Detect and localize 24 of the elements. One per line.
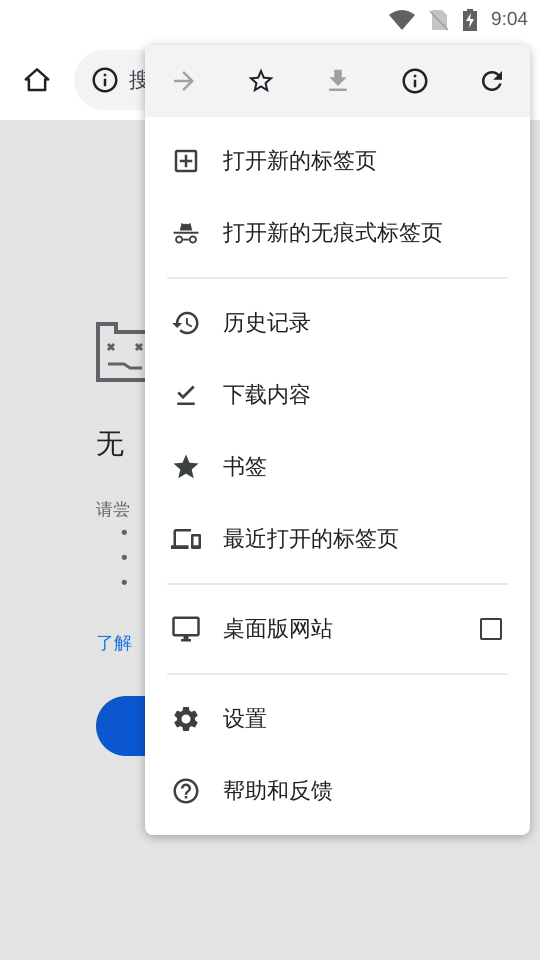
menu-item[interactable]: 帮助和反馈 [145,755,530,827]
info-icon [400,66,430,96]
info-icon [90,65,120,95]
help-icon [171,776,201,806]
menu-item[interactable]: 下载内容 [145,359,530,431]
bullet-dot: • [119,547,130,571]
battery-charging-icon [463,9,478,31]
clock-time: 9:04 [491,9,528,31]
wifi-icon [389,10,416,30]
menu-item[interactable]: 最近打开的标签页 [145,503,530,575]
error-title: 无 [96,426,124,462]
monitor-icon [171,614,201,644]
checkbox[interactable] [480,618,502,640]
bullet-dot: • [119,572,130,596]
menu-item[interactable]: 桌面版网站 [145,593,530,665]
menu-item[interactable]: 历史记录 [145,287,530,359]
menu-item[interactable]: 书签 [145,431,530,503]
menu-item[interactable]: 打开新的标签页 [145,125,530,197]
hint-text: 请尝 [96,499,130,522]
learn-more-link[interactable]: 了解 [96,632,132,656]
menu-item[interactable]: 打开新的无痕式标签页 [145,197,530,269]
bullet-dot: • [119,522,130,546]
no-sim-icon [429,9,450,31]
menu-item[interactable]: 设置 [145,683,530,755]
